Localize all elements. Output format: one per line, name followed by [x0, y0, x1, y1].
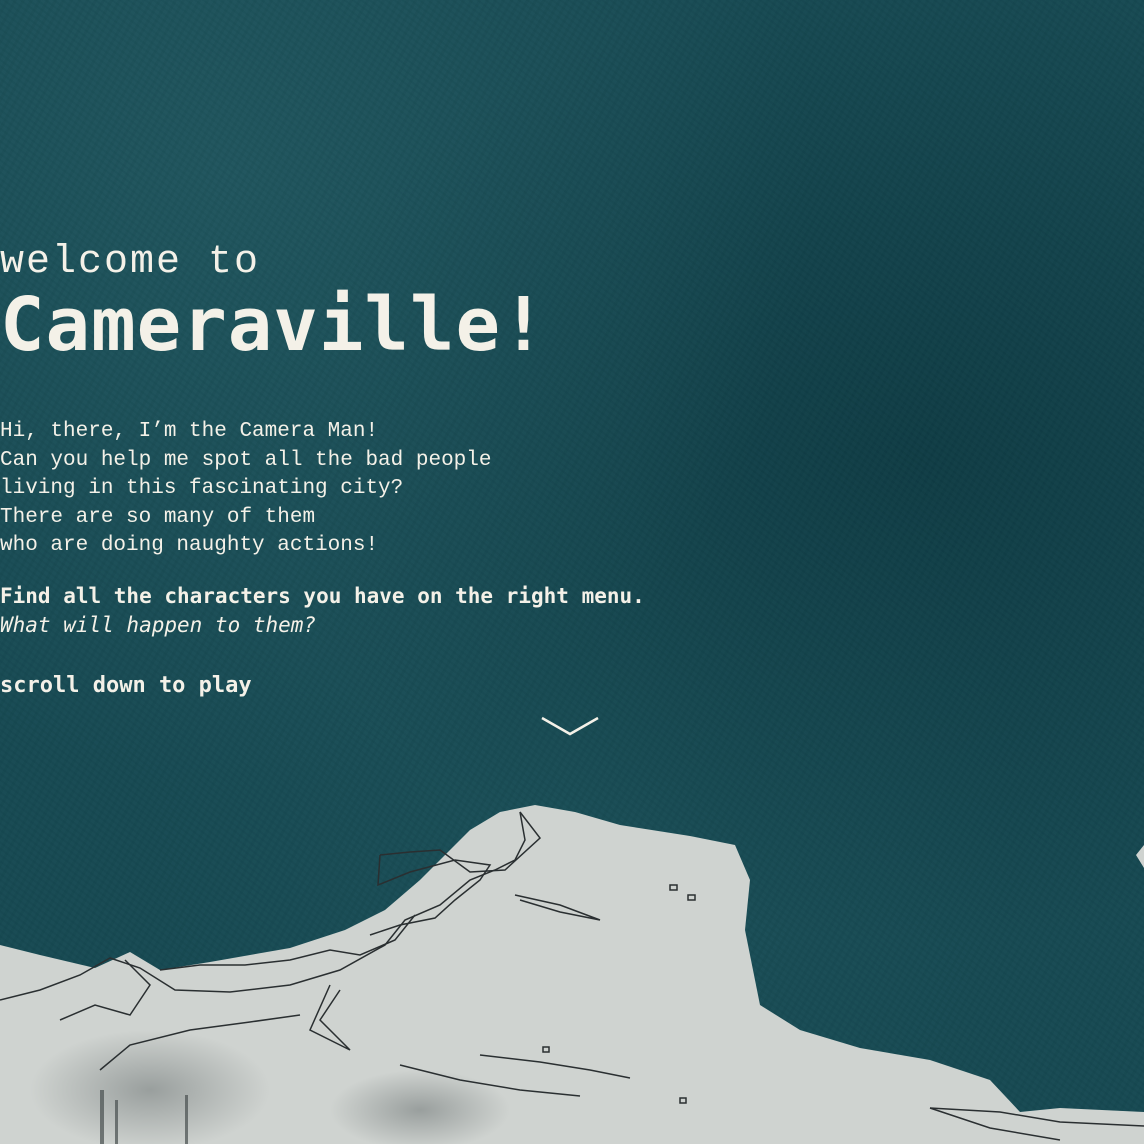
scroll-down-prompt[interactable]: scroll down to play	[0, 673, 1144, 698]
welcome-heading: welcome to	[0, 240, 261, 285]
intro-line: living in this fascinating city?	[0, 477, 404, 500]
game-title: Cameraville!	[0, 282, 547, 368]
game-intro-screen: welcome to Cameraville! Hi, there, I’m t…	[0, 0, 1144, 1144]
intro-line: There are so many of them	[0, 505, 316, 529]
chevron-down-icon[interactable]	[540, 714, 600, 738]
city-terrain-illustration	[0, 805, 1144, 1144]
intro-line: Can you help me spot all the bad people	[0, 448, 492, 472]
intro-line: Hi, there, I’m the Camera Man!	[0, 420, 379, 443]
question-text: What will happen to them?	[0, 613, 317, 637]
intro-line: who are doing naughty actions!	[0, 534, 379, 557]
find-instruction: Find all the characters you have on the …	[0, 584, 645, 608]
intro-text: Hi, there, I’m the Camera Man! Can you h…	[0, 418, 1144, 561]
